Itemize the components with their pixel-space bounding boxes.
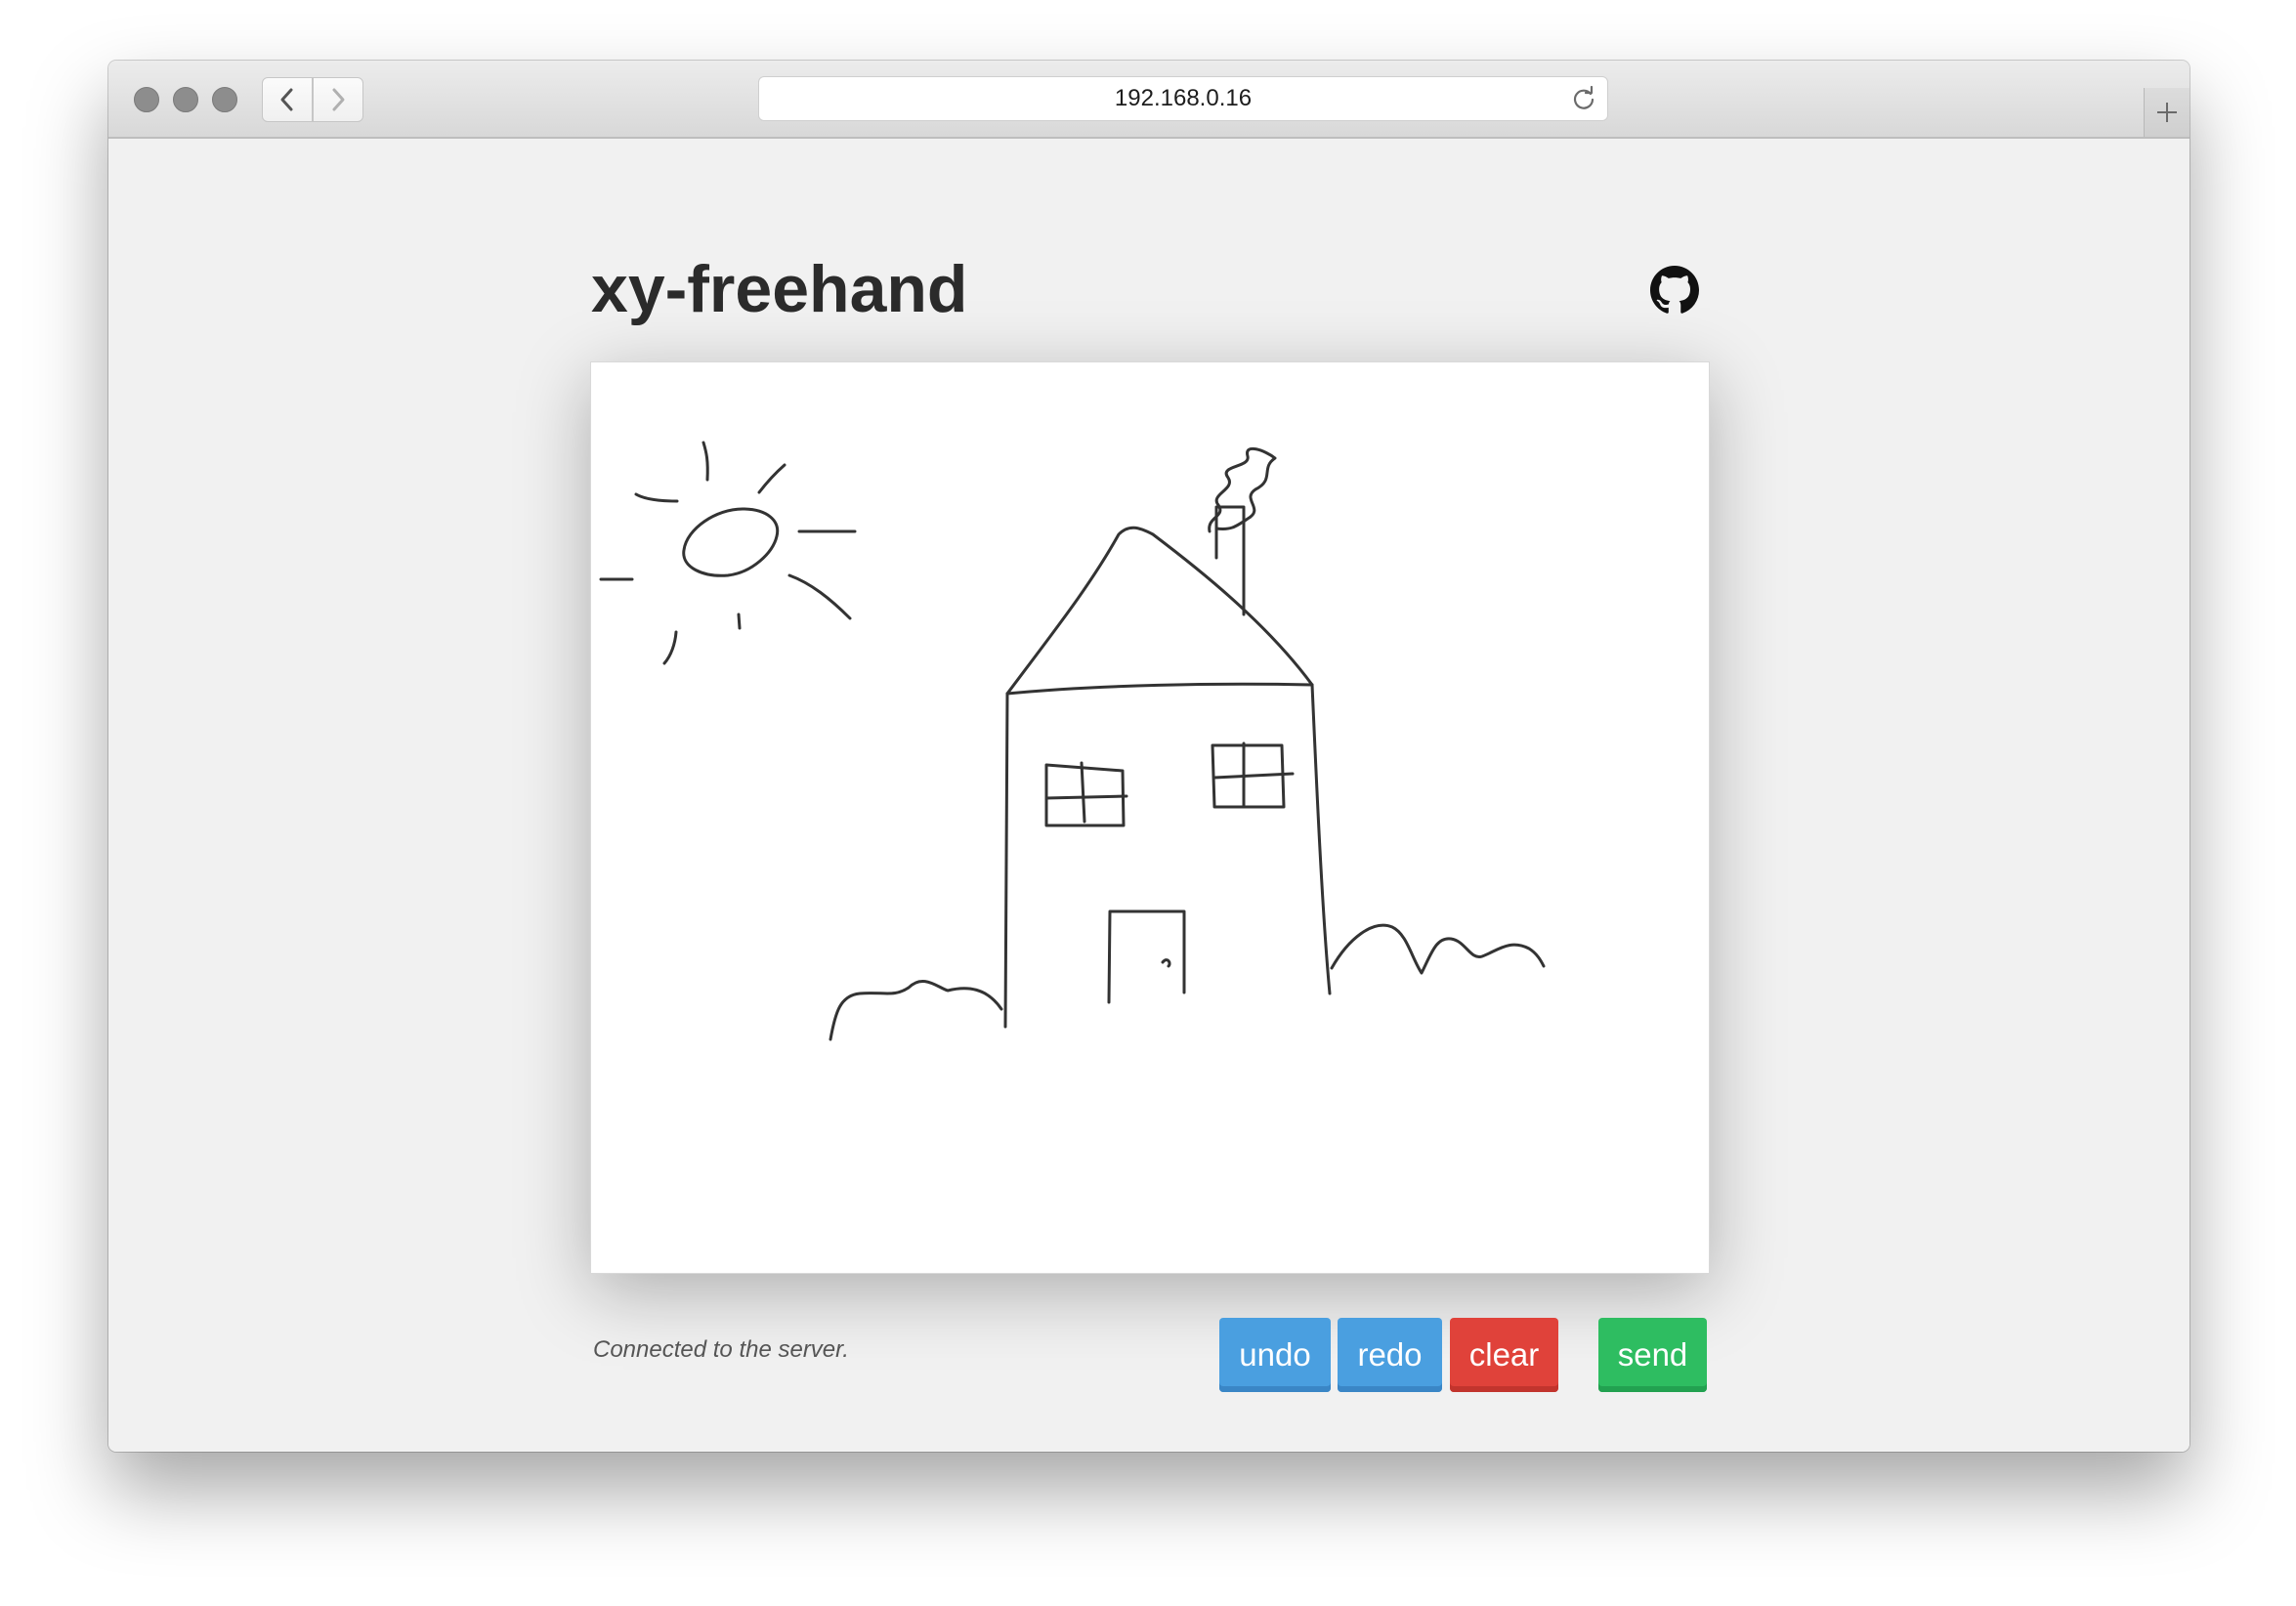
undo-button[interactable]: undo: [1219, 1318, 1331, 1392]
grass-right-drawing: [1330, 923, 1546, 975]
connection-status: Connected to the server.: [593, 1336, 849, 1363]
minimize-window-button[interactable]: [173, 87, 198, 112]
plus-icon: [2157, 103, 2177, 122]
back-button[interactable]: [262, 77, 313, 122]
reload-icon[interactable]: [1570, 85, 1597, 112]
drawing-canvas[interactable]: [590, 361, 1710, 1274]
address-bar[interactable]: 192.168.0.16: [758, 76, 1608, 121]
url-text: 192.168.0.16: [1114, 85, 1253, 111]
send-button[interactable]: send: [1598, 1318, 1707, 1392]
clear-button[interactable]: clear: [1450, 1318, 1558, 1392]
grass-left-drawing: [829, 980, 1003, 1041]
page-content: xy-freehand Connected to the server. und…: [108, 139, 2190, 1452]
browser-toolbar: 192.168.0.16: [108, 61, 2190, 139]
zoom-window-button[interactable]: [212, 87, 237, 112]
forward-button[interactable]: [313, 77, 363, 122]
sun-drawing: [599, 441, 857, 665]
chevron-right-icon: [332, 88, 345, 111]
house-drawing: [1003, 446, 1332, 1029]
new-tab-button[interactable]: [2144, 88, 2190, 137]
close-window-button[interactable]: [134, 87, 159, 112]
chevron-left-icon: [280, 88, 293, 111]
page-title: xy-freehand: [591, 252, 968, 326]
browser-window: 192.168.0.16 xy-freehand Connected to th…: [108, 61, 2190, 1452]
freehand-drawing: [599, 441, 1546, 1041]
github-icon[interactable]: [1650, 266, 1699, 315]
redo-button[interactable]: redo: [1338, 1318, 1442, 1392]
